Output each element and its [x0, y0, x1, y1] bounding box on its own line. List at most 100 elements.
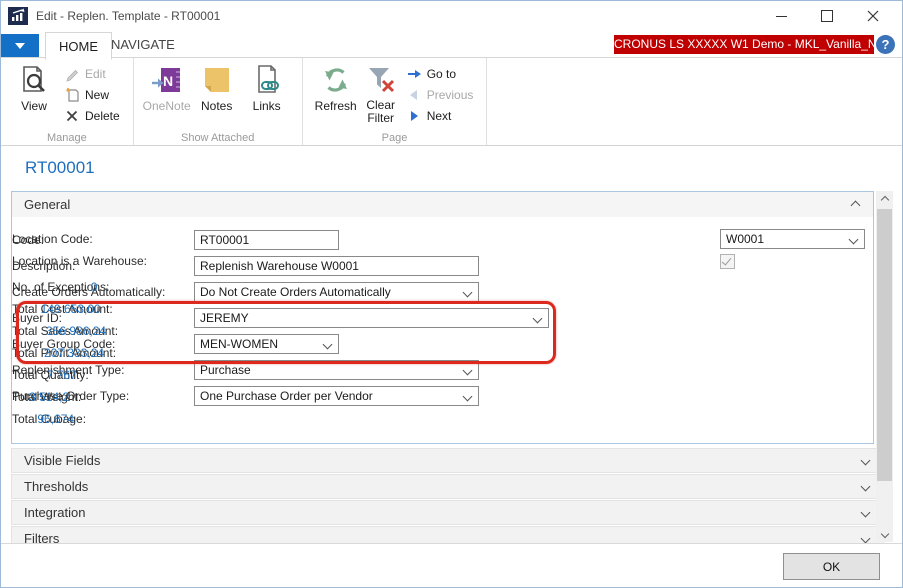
- edit-pencil-icon: [64, 66, 80, 82]
- onenote-button[interactable]: N OneNote: [142, 61, 192, 113]
- field-row-total-quantity: Total Quantity:7 767: [12, 365, 89, 385]
- location-warehouse-checkbox: [720, 254, 735, 269]
- clear-filter-icon: [365, 64, 397, 96]
- app-menu-button[interactable]: [1, 34, 39, 58]
- app-window: Edit - Replen. Template - RT00001 HOME N…: [0, 0, 903, 588]
- replenishment-type-value: Purchase: [200, 363, 251, 377]
- replenishment-type-select[interactable]: Purchase: [194, 360, 479, 380]
- thresholds-label: Thresholds: [24, 479, 88, 494]
- refresh-button[interactable]: Refresh: [311, 61, 361, 113]
- show-attached-group-label: Show Attached: [134, 132, 302, 144]
- location-warehouse-label: Location is a Warehouse:: [12, 254, 147, 268]
- goto-arrow-icon: [406, 66, 422, 82]
- create-orders-select[interactable]: Do Not Create Orders Automatically: [194, 282, 479, 302]
- new-label: New: [85, 88, 109, 102]
- close-button[interactable]: [850, 1, 896, 31]
- general-section: General Code: Description: Create Orders…: [11, 191, 874, 444]
- ribbon-group-page: Refresh Clear Filter Go to: [303, 58, 488, 145]
- visible-fields-label: Visible Fields: [24, 453, 100, 468]
- section-integration[interactable]: Integration: [11, 500, 884, 525]
- description-input[interactable]: [194, 256, 479, 276]
- notes-button[interactable]: Notes: [192, 61, 242, 113]
- expand-chevron-icon: [861, 482, 871, 492]
- app-icon: [8, 7, 28, 25]
- next-arrow-icon: [406, 108, 422, 124]
- field-row-total-cubage: Total Cubage:96,674: [12, 409, 86, 429]
- general-header-label: General: [24, 197, 70, 212]
- purchase-order-type-value: One Purchase Order per Vendor: [200, 389, 373, 403]
- total-cost-value: 149 653,00: [41, 302, 101, 316]
- title-bar: Edit - Replen. Template - RT00001: [1, 1, 902, 31]
- chevron-down-icon: [463, 366, 473, 376]
- dropdown-arrow-icon: [15, 43, 25, 49]
- code-input[interactable]: [194, 230, 339, 250]
- refresh-icon: [320, 64, 352, 96]
- goto-button[interactable]: Go to: [403, 63, 477, 84]
- scrollbar-thumb[interactable]: [877, 209, 892, 481]
- general-section-header[interactable]: General: [12, 192, 873, 217]
- expand-chevron-icon: [861, 534, 871, 544]
- manage-group-label: Manage: [1, 132, 133, 144]
- minimize-button[interactable]: [758, 1, 804, 31]
- field-row-total-profit: Total Profit Amount:207 333,24: [12, 343, 116, 363]
- buyer-group-select[interactable]: MEN-WOMEN: [194, 334, 339, 354]
- onenote-label: OneNote: [143, 99, 191, 113]
- location-code-select[interactable]: W0001: [720, 229, 865, 249]
- view-button[interactable]: View: [9, 61, 59, 113]
- section-thresholds[interactable]: Thresholds: [11, 474, 884, 499]
- scroll-down-button[interactable]: [876, 525, 893, 542]
- edit-button[interactable]: Edit: [61, 63, 123, 84]
- maximize-button[interactable]: [804, 1, 850, 31]
- field-row-total-weight: Total Weight:3 514,2: [12, 387, 81, 407]
- window-title: Edit - Replen. Template - RT00001: [36, 9, 220, 23]
- previous-button[interactable]: Previous: [403, 84, 477, 105]
- notes-label: Notes: [201, 99, 232, 113]
- chevron-down-icon: [533, 314, 543, 324]
- chevron-down-icon: [323, 340, 333, 350]
- links-label: Links: [253, 99, 281, 113]
- notes-sticky-icon: [201, 64, 233, 96]
- delete-x-icon: [64, 108, 80, 124]
- company-badge: CRONUS LS XXXXX W1 Demo - MKL_Vanilla_Ne…: [614, 35, 874, 54]
- previous-arrow-icon: [406, 87, 422, 103]
- buyer-group-value: MEN-WOMEN: [200, 337, 278, 351]
- close-icon: [867, 10, 879, 22]
- clear-filter-button[interactable]: Clear Filter: [361, 61, 401, 125]
- tab-navigate[interactable]: NAVIGATE: [98, 32, 188, 57]
- next-button[interactable]: Next: [403, 105, 477, 126]
- edit-label: Edit: [85, 67, 106, 81]
- view-label: View: [21, 99, 47, 113]
- manage-small-buttons: Edit New Delete: [61, 61, 123, 126]
- window-controls: [758, 1, 896, 31]
- delete-label: Delete: [85, 109, 120, 123]
- ok-button[interactable]: OK: [783, 553, 880, 580]
- scroll-up-button[interactable]: [876, 191, 893, 208]
- expand-chevron-icon: [861, 508, 871, 518]
- total-cubage-value: 96,674: [37, 412, 74, 426]
- view-icon: [18, 64, 50, 96]
- buyer-id-select[interactable]: JEREMY: [194, 308, 549, 328]
- total-profit-value: 207 333,24: [44, 346, 104, 360]
- page-small-buttons: Go to Previous Next: [403, 61, 477, 126]
- links-chain-icon: [251, 64, 283, 96]
- purchase-order-type-select[interactable]: One Purchase Order per Vendor: [194, 386, 479, 406]
- delete-button[interactable]: Delete: [61, 105, 123, 126]
- total-sales-value: 356 986,24: [46, 324, 106, 338]
- new-page-icon: [64, 87, 80, 103]
- help-icon[interactable]: [876, 35, 895, 54]
- goto-label: Go to: [427, 67, 456, 81]
- svg-text:N: N: [163, 73, 173, 89]
- clear-filter-label: Clear Filter: [361, 99, 401, 125]
- maximize-icon: [821, 10, 833, 22]
- footer-bar: OK: [1, 543, 902, 587]
- chevron-up-icon: [880, 195, 888, 203]
- section-visible-fields[interactable]: Visible Fields: [11, 448, 884, 473]
- new-button[interactable]: New: [61, 84, 123, 105]
- field-row-location-warehouse: Location is a Warehouse:: [12, 251, 147, 271]
- onenote-icon: N: [151, 64, 183, 96]
- links-button[interactable]: Links: [242, 61, 292, 113]
- vertical-scrollbar[interactable]: [876, 191, 893, 542]
- field-row-location-code: Location Code:: [12, 229, 93, 249]
- location-code-value: W0001: [726, 232, 764, 246]
- ribbon-group-show-attached: N OneNote Notes: [134, 58, 303, 145]
